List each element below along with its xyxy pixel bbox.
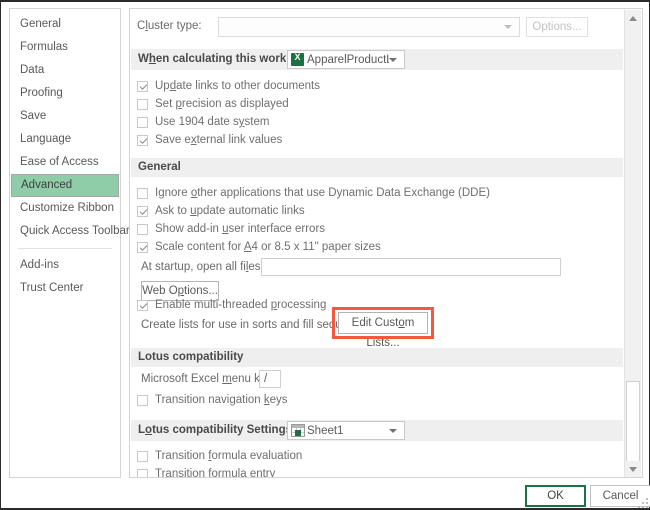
sidebar-item-label: Data: [20, 64, 44, 76]
sidebar-item-quick-access-toolbar[interactable]: Quick Access Toolbar: [10, 220, 120, 243]
advanced-options-pane: Cluster type: Options... When calculatin…: [129, 8, 643, 478]
checkbox-label: Use 1904 date system: [155, 116, 269, 128]
sidebar-item-save[interactable]: Save: [10, 105, 120, 128]
sidebar-item-ease-of-access[interactable]: Ease of Access: [10, 151, 120, 174]
checkbox-ignore-dde[interactable]: Ignore other applications that use Dynam…: [137, 184, 490, 202]
scroll-down-arrow-icon: [629, 467, 637, 472]
cluster-type-label: Cluster type:: [137, 20, 202, 32]
checkbox-label: Save external link values: [155, 134, 282, 146]
checkbox-box[interactable]: [137, 469, 148, 479]
options-pane-scrollbar[interactable]: [624, 10, 641, 478]
checkbox-box[interactable]: [137, 300, 148, 311]
sidebar-item-label: General: [20, 18, 61, 30]
scroll-up-arrow-icon: [629, 16, 637, 21]
sidebar-item-add-ins[interactable]: Add-ins: [10, 254, 120, 277]
checkbox-set-precision[interactable]: Set precision as displayed: [137, 95, 289, 113]
checkbox-ask-update-automatic-links[interactable]: Ask to update automatic links: [137, 202, 305, 220]
sidebar-item-general[interactable]: General: [10, 13, 120, 36]
checkbox-transition-navigation-keys[interactable]: Transition navigation keys: [137, 391, 288, 409]
chevron-down-icon: [504, 25, 512, 29]
lotus-sheet-scope-value: Sheet1: [305, 425, 343, 437]
dialog-footer: OK Cancel: [1, 480, 650, 510]
sidebar-item-label: Formulas: [20, 41, 68, 53]
checkbox-label: Update links to other documents: [155, 80, 320, 92]
checkbox-label: Enable multi-threaded processing: [155, 299, 326, 311]
checkbox-label: Scale content for A4 or 8.5 x 11" paper …: [155, 241, 381, 253]
sidebar-item-language[interactable]: Language: [10, 128, 120, 151]
lotus-sheet-scope-combobox[interactable]: Sheet1: [287, 421, 405, 440]
checkbox-box[interactable]: [137, 188, 148, 199]
checkbox-transition-formula-evaluation[interactable]: Transition formula evaluation: [137, 447, 302, 465]
checkbox-enable-multithreaded-processing[interactable]: Enable multi-threaded processing: [137, 296, 326, 314]
cluster-type-combobox[interactable]: [218, 17, 520, 37]
sidebar-item-customize-ribbon[interactable]: Customize Ribbon: [10, 197, 120, 220]
sidebar-item-label: Language: [20, 133, 71, 145]
lotus-compatibility-section-header: Lotus compatibility: [131, 348, 623, 367]
checkbox-box[interactable]: [137, 395, 148, 406]
resize-grip[interactable]: [638, 498, 648, 508]
sidebar-item-trust-center[interactable]: Trust Center: [10, 277, 120, 300]
excel-options-dialog: General Formulas Data Proofing Save Lang…: [0, 0, 650, 510]
excel-menu-key-label: Microsoft Excel menu key:: [141, 373, 275, 385]
sidebar-item-advanced[interactable]: Advanced: [11, 174, 119, 197]
sidebar-divider: [18, 248, 112, 249]
checkbox-label: Show add-in user interface errors: [155, 223, 325, 235]
options-category-list[interactable]: General Formulas Data Proofing Save Lang…: [9, 8, 121, 478]
sidebar-item-data[interactable]: Data: [10, 59, 120, 82]
checkbox-transition-formula-entry[interactable]: Transition formula entry: [137, 465, 275, 478]
sidebar-item-label: Quick Access Toolbar: [20, 225, 130, 237]
sidebar-item-label: Add-ins: [20, 259, 59, 271]
sidebar-item-label: Customize Ribbon: [20, 202, 114, 214]
checkbox-label: Transition formula entry: [155, 468, 275, 478]
sidebar-item-formulas[interactable]: Formulas: [10, 36, 120, 59]
sidebar-item-label: Ease of Access: [20, 156, 99, 168]
checkbox-box[interactable]: [137, 81, 148, 92]
checkbox-1904-date-system[interactable]: Use 1904 date system: [137, 113, 269, 131]
checkbox-box[interactable]: [137, 99, 148, 110]
startup-folder-label: At startup, open all files in:: [141, 261, 276, 273]
checkbox-box[interactable]: [137, 117, 148, 128]
sidebar-item-proofing[interactable]: Proofing: [10, 82, 120, 105]
cluster-options-button[interactable]: Options...: [526, 17, 588, 37]
checkbox-show-addin-ui-errors[interactable]: Show add-in user interface errors: [137, 220, 325, 238]
scroll-up-button[interactable]: [625, 10, 641, 27]
checkbox-box[interactable]: [137, 206, 148, 217]
sidebar-item-label: Trust Center: [20, 282, 83, 294]
chevron-down-icon: [389, 429, 397, 433]
sidebar-item-label: Save: [20, 110, 46, 122]
sidebar-item-label: Advanced: [21, 179, 72, 191]
general-section-header: General: [131, 158, 623, 177]
checkbox-update-links[interactable]: Update links to other documents: [137, 77, 320, 95]
excel-menu-key-input[interactable]: [259, 370, 281, 388]
sidebar-item-label: Proofing: [20, 87, 63, 99]
excel-workbook-icon: [291, 53, 304, 66]
checkbox-label: Set precision as displayed: [155, 98, 289, 110]
worksheet-icon: [291, 424, 305, 437]
checkbox-box[interactable]: [137, 224, 148, 235]
checkbox-label: Ask to update automatic links: [155, 205, 305, 217]
checkbox-box[interactable]: [137, 135, 148, 146]
checkbox-box[interactable]: [137, 451, 148, 462]
checkbox-scale-content-paper[interactable]: Scale content for A4 or 8.5 x 11" paper …: [137, 238, 381, 256]
checkbox-save-external-link-values[interactable]: Save external link values: [137, 131, 282, 149]
checkbox-label: Ignore other applications that use Dynam…: [155, 187, 490, 199]
workbook-scope-value: ApparelProductList...: [304, 54, 389, 66]
edit-custom-lists-button[interactable]: Edit Custom Lists...: [338, 312, 428, 334]
ok-button[interactable]: OK: [525, 485, 586, 507]
checkbox-box[interactable]: [137, 242, 148, 253]
scroll-down-button[interactable]: [625, 461, 641, 478]
checkbox-label: Transition navigation keys: [155, 394, 288, 406]
chevron-down-icon: [389, 58, 397, 62]
startup-folder-input[interactable]: [261, 258, 561, 276]
checkbox-label: Transition formula evaluation: [155, 450, 302, 462]
workbook-scope-combobox[interactable]: ApparelProductList...: [287, 50, 405, 69]
